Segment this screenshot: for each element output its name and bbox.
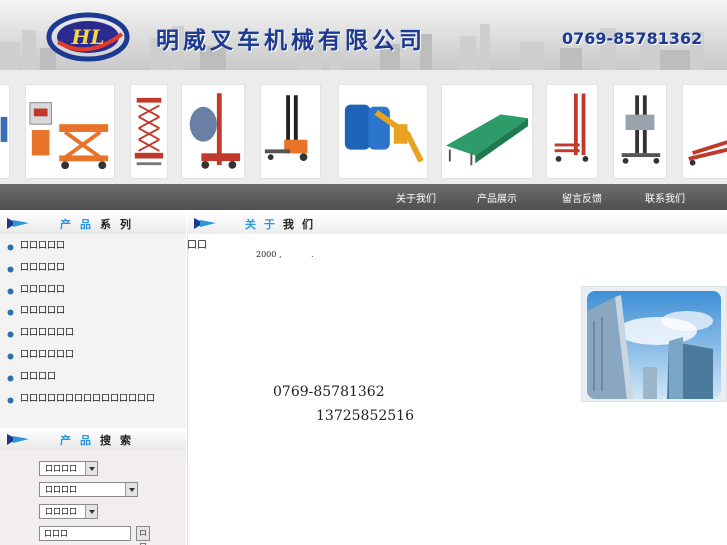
lift-table-icon[interactable] — [25, 84, 115, 179]
leaf-bullet-icon — [7, 244, 14, 251]
dock-ramp-icon[interactable] — [441, 84, 533, 179]
category-item[interactable]: 口口口口口口 — [0, 323, 186, 345]
leaf-bullet-icon — [7, 288, 14, 295]
header-banner: HL 明威叉车机械有限公司 0769-85781362 — [0, 0, 727, 70]
leaf-bullet-icon — [7, 266, 14, 273]
products-section-title: 产品系列 — [60, 218, 140, 231]
section-marker-icon — [194, 218, 216, 229]
leaf-bullet-icon — [7, 309, 14, 316]
drum-stacker-icon[interactable] — [181, 84, 245, 179]
punctuation: . — [311, 250, 314, 259]
founded-year: 2000 — [256, 250, 277, 259]
nav-products[interactable]: 产品展示 — [477, 190, 517, 205]
category-item[interactable]: 口口口口口 — [0, 236, 186, 258]
nav-about-us[interactable]: 关于我们 — [396, 190, 436, 205]
leaf-bullet-icon — [7, 397, 14, 404]
search-keyword-input[interactable]: 口口口 — [39, 526, 131, 541]
company-logo: HL — [46, 12, 130, 62]
manual-stacker-icon[interactable] — [546, 84, 598, 179]
contact-mobile: 13725852516 — [316, 408, 414, 424]
products-section-header: 产品系列 — [0, 212, 186, 234]
contact-telephone: 0769-85781362 — [273, 384, 385, 400]
category-item[interactable]: 口口口口口 — [0, 301, 186, 323]
about-section-header: 关于我们 — [187, 212, 727, 234]
chevron-down-icon — [85, 462, 97, 475]
pallet-truck-icon[interactable] — [682, 84, 727, 179]
scissor-lift-icon[interactable] — [130, 84, 168, 179]
search-submit-button[interactable]: 口口 — [136, 526, 150, 545]
search-type-select[interactable]: 口口口口 — [39, 482, 138, 497]
leaf-bullet-icon — [7, 331, 14, 338]
about-section-title: 关于我们 — [245, 218, 321, 231]
drum-lifter-icon[interactable] — [613, 84, 667, 179]
chevron-down-icon — [85, 505, 97, 518]
electric-stacker-icon[interactable] — [260, 84, 321, 179]
leaf-bullet-icon — [7, 353, 14, 360]
main-navigation: 关于我们 产品展示 留言反馈 联系我们 — [0, 184, 727, 210]
section-marker-icon — [7, 218, 29, 229]
chevron-down-icon — [125, 483, 137, 496]
section-marker-icon — [7, 434, 29, 445]
category-item[interactable]: 口口口口 — [0, 367, 186, 389]
office-photo-frame — [581, 286, 727, 402]
category-item[interactable]: 口口口口口 — [0, 280, 186, 302]
office-buildings-photo — [587, 291, 721, 399]
leaf-bullet-icon — [7, 375, 14, 382]
search-field-select[interactable]: 口口口口 — [39, 504, 98, 519]
product-image-strip — [0, 70, 727, 184]
svg-text:HL: HL — [71, 25, 105, 49]
category-item[interactable]: 口口口口口口口口口口口口口口口 — [0, 389, 186, 411]
punctuation: , — [279, 250, 282, 259]
page: HL 明威叉车机械有限公司 0769-85781362 关于我们 产品展示 留言… — [0, 0, 727, 545]
nav-feedback[interactable]: 留言反馈 — [562, 190, 602, 205]
search-section-title: 产品搜索 — [60, 434, 140, 447]
column-divider — [187, 212, 188, 545]
drum-handler-icon[interactable] — [338, 84, 428, 179]
about-intro-text: 口口 — [187, 240, 207, 251]
search-section-header: 产品搜索 — [0, 428, 186, 450]
lift-table-cart-icon[interactable] — [0, 84, 10, 179]
company-name: 明威叉车机械有限公司 — [156, 28, 426, 54]
main-content: 关于我们 口口 2000 , . 0769-85781362 137258525… — [187, 212, 727, 545]
nav-contact-us[interactable]: 联系我们 — [645, 190, 685, 205]
search-category-select[interactable]: 口口口口 — [39, 461, 98, 476]
category-list: 口口口口口 口口口口口 口口口口口 口口口口口 口口口口口口 口口口口口口 口口… — [0, 234, 186, 410]
category-item[interactable]: 口口口口口 — [0, 258, 186, 280]
category-item[interactable]: 口口口口口口 — [0, 345, 186, 367]
header-phone: 0769-85781362 — [562, 29, 703, 48]
